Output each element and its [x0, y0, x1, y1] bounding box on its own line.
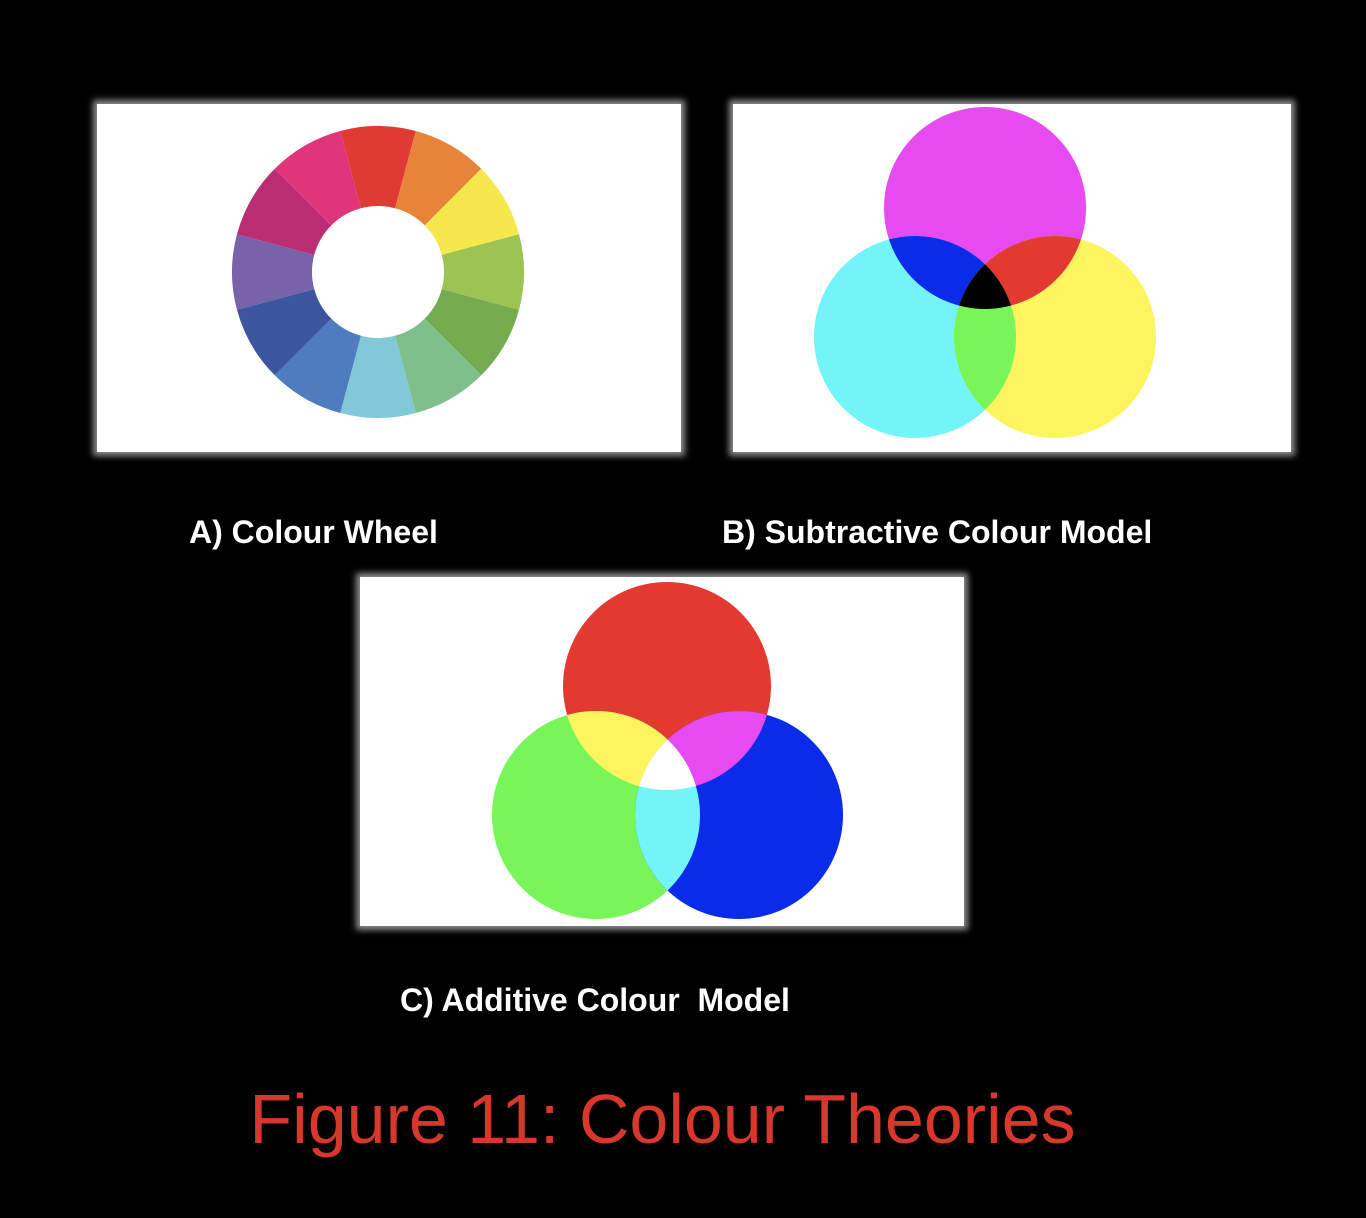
additive-venn-diagram	[492, 582, 843, 919]
colour-wheel-panel	[97, 104, 681, 452]
figure-title: Figure 11: Colour Theories	[249, 1080, 1076, 1158]
subtractive-model-panel	[733, 104, 1291, 452]
colour-wheel-diagram	[232, 126, 524, 418]
additive-model-panel	[360, 577, 964, 926]
caption-colour-wheel: A) Colour Wheel	[189, 514, 438, 550]
caption-subtractive-model: B) Subtractive Colour Model	[722, 514, 1153, 550]
caption-additive-model: C) Additive Colour Model	[400, 982, 790, 1018]
subtractive-venn-diagram	[814, 107, 1156, 438]
